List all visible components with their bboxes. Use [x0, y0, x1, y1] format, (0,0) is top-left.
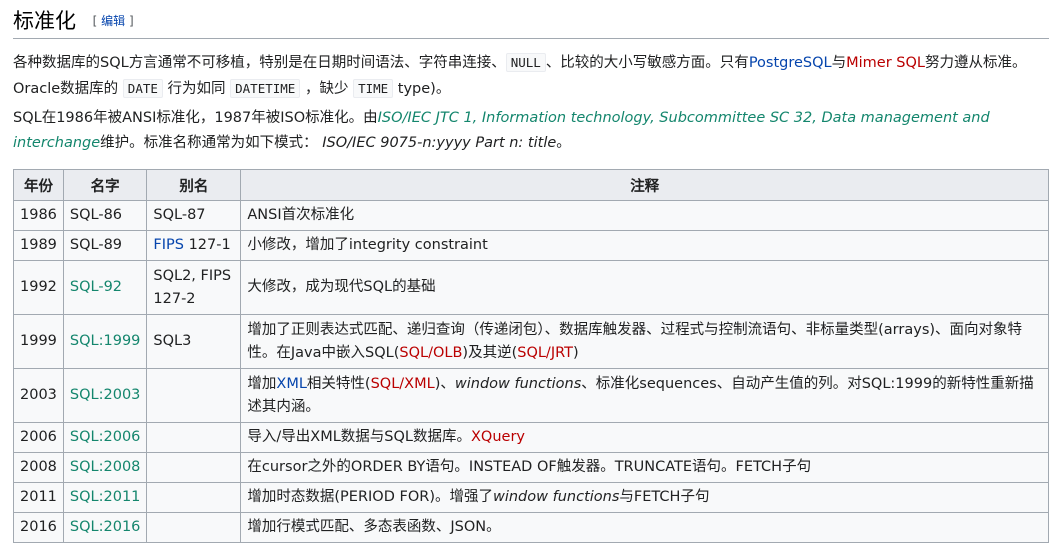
code-datetime: DATETIME: [230, 79, 301, 98]
cell-year: 2008: [13, 452, 64, 483]
fips-link[interactable]: FIPS: [153, 237, 184, 253]
cell-note: ANSI首次标准化: [240, 200, 1049, 231]
cell-name: SQL-92: [62, 260, 148, 315]
header-note[interactable]: 注释: [240, 169, 1049, 201]
sql-2008-link[interactable]: SQL:2008: [70, 459, 140, 475]
table-row: 1992 SQL-92 SQL2, FIPS 127-2 大修改，成为现代SQL…: [13, 260, 1049, 315]
cell-name: SQL:2016: [62, 512, 148, 543]
cell-year: 1986: [13, 200, 64, 231]
table-row: 1989 SQL-89 FIPS 127-1 小修改，增加了integrity …: [13, 230, 1049, 261]
xml-link[interactable]: XML: [276, 376, 307, 392]
sql-2011-link[interactable]: SQL:2011: [70, 489, 140, 505]
code-date: DATE: [122, 79, 163, 98]
sql-jrt-link[interactable]: SQL/JRT: [517, 345, 573, 361]
cell-alias: [146, 512, 242, 543]
sql-2016-link[interactable]: SQL:2016: [70, 519, 140, 535]
cell-alias: SQL3: [146, 314, 242, 369]
edit-section: [ 编辑 ]: [92, 14, 134, 28]
section-heading: 标准化 [ 编辑 ]: [13, 6, 1049, 39]
cell-name: SQL-86: [62, 200, 148, 231]
cell-year: 1999: [13, 314, 64, 369]
section-title: 标准化: [13, 9, 76, 33]
table-row: 2011 SQL:2011 增加时态数据(PERIOD FOR)。增强了wind…: [13, 482, 1049, 513]
table-row: 1986 SQL-86 SQL-87 ANSI首次标准化: [13, 200, 1049, 231]
table-row: 2003 SQL:2003 增加XML相关特性(SQL/XML)、window …: [13, 368, 1049, 423]
sql-2003-link[interactable]: SQL:2003: [70, 387, 140, 403]
header-alias[interactable]: 别名: [146, 169, 242, 201]
cell-alias: SQL2, FIPS 127-2: [146, 260, 242, 315]
cell-name: SQL:2011: [62, 482, 148, 513]
cell-note: 增加了正则表达式匹配、递归查询（传递闭包）、数据库触发器、过程式与控制流语句、非…: [240, 314, 1049, 369]
postgresql-link[interactable]: PostgreSQL: [749, 55, 832, 71]
cell-name: SQL:2008: [62, 452, 148, 483]
paragraph-portability: 各种数据库的SQL方言通常不可移植，特别是在日期时间语法、字符串连接、 NULL、…: [13, 53, 1027, 98]
code-time: TIME: [353, 79, 394, 98]
sql-olb-link[interactable]: SQL/OLB: [399, 345, 462, 361]
cell-year: 2011: [13, 482, 64, 513]
cell-note: 小修改，增加了integrity constraint: [240, 230, 1049, 261]
table-row: 2008 SQL:2008 在cursor之外的ORDER BY语句。INSTE…: [13, 452, 1049, 483]
header-year[interactable]: 年份: [13, 169, 64, 201]
cell-alias: [146, 482, 242, 513]
cell-year: 2016: [13, 512, 64, 543]
paragraph-standardization: SQL在1986年被ANSI标准化，1987年被ISO标准化。由ISO/IEC …: [13, 110, 990, 151]
cell-note: 在cursor之外的ORDER BY语句。INSTEAD OF触发器。TRUNC…: [240, 452, 1049, 483]
table-row: 1999 SQL:1999 SQL3 增加了正则表达式匹配、递归查询（传递闭包）…: [13, 314, 1049, 369]
table-row: 2006 SQL:2006 导入/导出XML数据与SQL数据库。XQuery: [13, 422, 1049, 453]
sql-xml-link[interactable]: SQL/XML: [371, 376, 435, 392]
cell-year: 1992: [13, 260, 64, 315]
mimer-sql-link[interactable]: Mimer SQL: [846, 55, 925, 71]
cell-note: 增加时态数据(PERIOD FOR)。增强了window functions与F…: [240, 482, 1049, 513]
sql-2006-link[interactable]: SQL:2006: [70, 429, 140, 445]
table-row: 2016 SQL:2016 增加行模式匹配、多态表函数、JSON。: [13, 512, 1049, 543]
cell-year: 2003: [13, 368, 64, 423]
sql-1999-link[interactable]: SQL:1999: [70, 333, 140, 349]
sql-standards-table: 年份 名字 别名 注释 1986 SQL-86 SQL-87 ANSI首次标准化…: [13, 169, 1049, 543]
sql-92-link[interactable]: SQL-92: [70, 279, 122, 295]
name-pattern: ISO/IEC 9075-n:yyyy Part n: title: [322, 135, 557, 151]
cell-alias: [146, 422, 242, 453]
cell-note: 大修改，成为现代SQL的基础: [240, 260, 1049, 315]
edit-link[interactable]: 编辑: [101, 14, 125, 28]
table-header-row: 年份 名字 别名 注释: [13, 169, 1049, 201]
code-null: NULL: [505, 53, 546, 72]
cell-note: 增加XML相关特性(SQL/XML)、window functions、标准化s…: [240, 368, 1049, 423]
cell-alias: SQL-87: [146, 200, 242, 231]
header-name[interactable]: 名字: [62, 169, 148, 201]
cell-name: SQL-89: [62, 230, 148, 261]
xquery-link[interactable]: XQuery: [471, 429, 525, 445]
cell-alias: FIPS 127-1: [146, 230, 242, 261]
cell-name: SQL:2006: [62, 422, 148, 453]
cell-alias: [146, 452, 242, 483]
cell-note: 增加行模式匹配、多态表函数、JSON。: [240, 512, 1049, 543]
cell-name: SQL:1999: [62, 314, 148, 369]
cell-name: SQL:2003: [62, 368, 148, 423]
cell-year: 1989: [13, 230, 64, 261]
cell-note: 导入/导出XML数据与SQL数据库。XQuery: [240, 422, 1049, 453]
cell-alias: [146, 368, 242, 423]
cell-year: 2006: [13, 422, 64, 453]
